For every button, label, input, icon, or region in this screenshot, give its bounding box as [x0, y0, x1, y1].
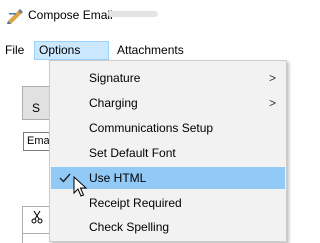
- title-bar: Compose Email: [0, 0, 285, 30]
- menu-item-set-default-font[interactable]: Set Default Font: [51, 142, 285, 164]
- submenu-arrow-icon: >: [269, 96, 277, 110]
- menu-attachments[interactable]: Attachments: [113, 41, 188, 60]
- mouse-pointer-icon: [73, 176, 88, 197]
- checkmark-icon: [59, 173, 71, 183]
- window-title: Compose Email: [28, 8, 113, 22]
- scissors-icon[interactable]: [30, 210, 44, 224]
- submenu-arrow-icon: >: [269, 71, 277, 85]
- menu-file[interactable]: File: [1, 41, 28, 60]
- menu-options[interactable]: Options: [34, 41, 109, 60]
- menu-item-signature[interactable]: Signature >: [51, 67, 285, 89]
- menu-item-check-spelling[interactable]: Check Spelling: [51, 216, 285, 238]
- menu-item-communications-setup[interactable]: Communications Setup: [51, 117, 285, 139]
- menu-item-charging[interactable]: Charging >: [51, 92, 285, 114]
- background-button-label: S: [32, 101, 41, 115]
- menu-bar: File Options Attachments: [0, 41, 285, 61]
- title-redacted-text: [108, 11, 158, 17]
- compose-email-icon: [7, 9, 23, 24]
- options-dropdown-menu: Signature > Charging > Communications Se…: [49, 60, 287, 242]
